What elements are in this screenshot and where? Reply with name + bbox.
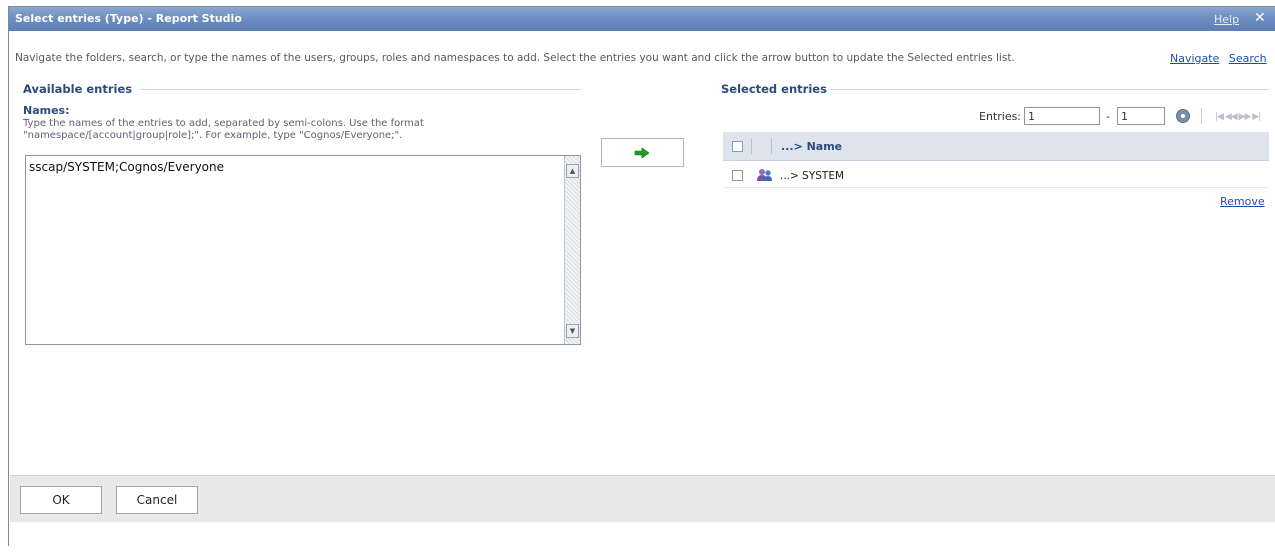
names-label: Names: bbox=[23, 104, 70, 117]
header-separator bbox=[771, 138, 772, 154]
names-textarea[interactable]: sscap/SYSTEM;Cognos/Everyone bbox=[26, 156, 564, 344]
entries-to-input[interactable] bbox=[1117, 107, 1165, 125]
entries-dash: - bbox=[1106, 110, 1110, 123]
entries-from-input[interactable] bbox=[1024, 107, 1100, 125]
green-arrow-right-icon bbox=[634, 147, 650, 159]
search-link[interactable]: Search bbox=[1229, 52, 1267, 65]
view-links: Navigate Search bbox=[1164, 52, 1267, 65]
navigate-link[interactable]: Navigate bbox=[1170, 52, 1219, 65]
entries-label: Entries: bbox=[979, 110, 1022, 123]
select-entries-dialog: Select entries (Type) - Report Studio He… bbox=[8, 6, 1275, 546]
close-icon[interactable]: ✕ bbox=[1254, 10, 1266, 26]
header-separator bbox=[751, 138, 752, 154]
table-header: ...> Name bbox=[723, 132, 1269, 161]
first-page-icon[interactable]: |◀ bbox=[1215, 112, 1224, 122]
scroll-down-button[interactable]: ▼ bbox=[566, 324, 579, 338]
ok-button[interactable]: OK bbox=[20, 486, 102, 514]
dialog-title: Select entries (Type) - Report Studio bbox=[15, 12, 242, 25]
select-all-checkbox[interactable] bbox=[732, 141, 743, 152]
last-page-icon[interactable]: ▶| bbox=[1252, 112, 1261, 122]
pager-divider bbox=[1201, 108, 1202, 124]
instructions-text: Navigate the folders, search, or type th… bbox=[15, 52, 1015, 64]
previous-page-icon[interactable]: ◀◀ bbox=[1225, 112, 1238, 122]
add-entries-button[interactable] bbox=[601, 138, 684, 167]
row-name[interactable]: ...> SYSTEM bbox=[780, 170, 844, 182]
available-entries-heading: Available entries bbox=[23, 82, 133, 96]
user-group-icon bbox=[757, 169, 772, 181]
dialog-footer: OK Cancel bbox=[10, 475, 1275, 522]
names-help-text: Type the names of the entries to add, se… bbox=[23, 118, 424, 141]
name-column-header[interactable]: ...> Name bbox=[781, 140, 842, 153]
available-entries-divider bbox=[141, 89, 581, 90]
selected-entries-divider bbox=[831, 89, 1269, 90]
row-name-value: SYSTEM bbox=[802, 170, 845, 182]
row-checkbox[interactable] bbox=[732, 170, 743, 181]
cancel-button[interactable]: Cancel bbox=[116, 486, 198, 514]
pager-nav-icons: |◀ ◀◀ ▶▶ ▶| bbox=[1215, 112, 1261, 122]
remove-link[interactable]: Remove bbox=[1220, 195, 1265, 208]
next-page-icon[interactable]: ▶▶ bbox=[1239, 112, 1252, 122]
scroll-up-button[interactable]: ▲ bbox=[566, 164, 579, 178]
names-textarea-container: sscap/SYSTEM;Cognos/Everyone ▲ ▼ bbox=[25, 155, 581, 345]
table-row: ...> SYSTEM bbox=[723, 162, 1269, 188]
title-bar: Select entries (Type) - Report Studio He… bbox=[9, 7, 1275, 31]
go-icon[interactable] bbox=[1176, 109, 1190, 123]
textarea-scrollbar[interactable]: ▲ ▼ bbox=[564, 156, 580, 344]
row-name-prefix: ...> bbox=[780, 170, 799, 182]
selected-entries-heading: Selected entries bbox=[721, 82, 827, 96]
help-link[interactable]: Help bbox=[1214, 13, 1239, 26]
